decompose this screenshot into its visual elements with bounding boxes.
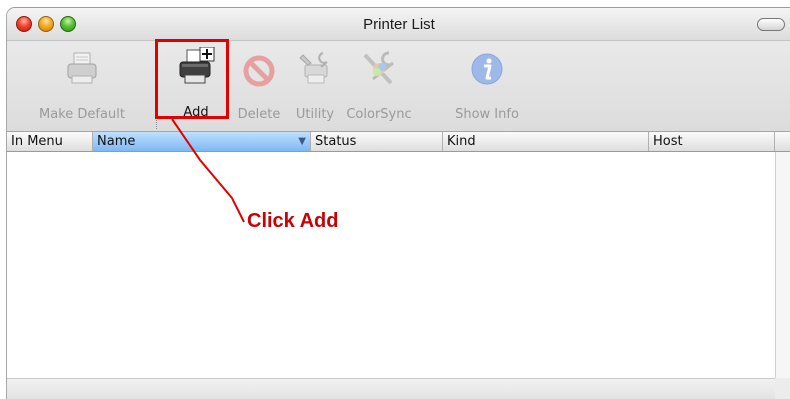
annotation-label: Click Add (247, 210, 339, 232)
annotation-arrow-line (171, 118, 245, 223)
